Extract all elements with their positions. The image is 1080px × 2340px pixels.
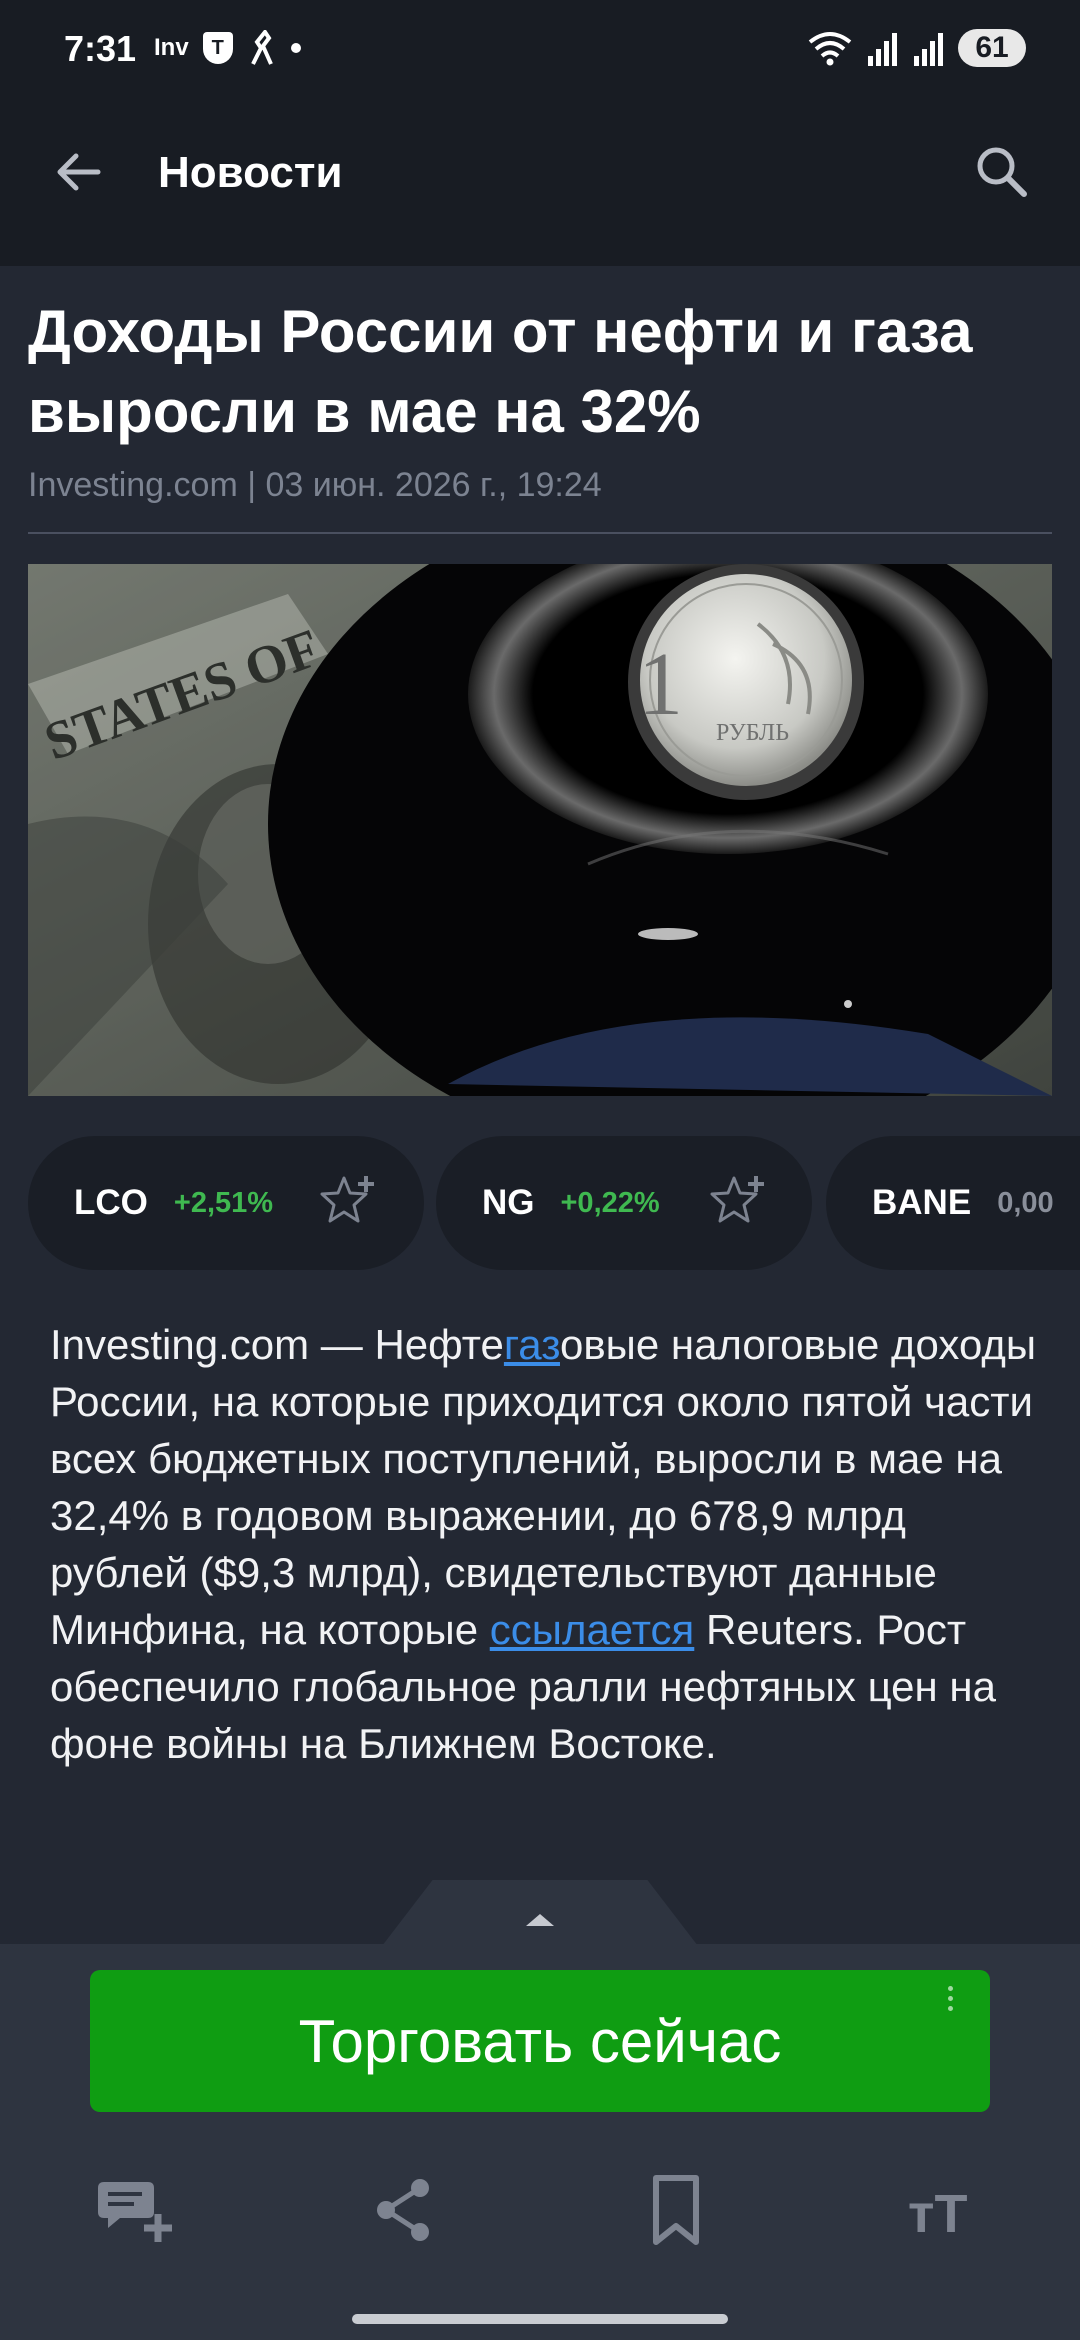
text-size-icon[interactable]: тТ	[904, 2170, 984, 2250]
instrument-symbol: NG	[482, 1183, 535, 1222]
instrument-chip-bane[interactable]: BANE 0,00	[826, 1136, 1080, 1270]
article-source-date: Investing.com | 03 июн. 2026 г., 19:24	[28, 466, 602, 504]
home-indicator[interactable]	[352, 2314, 728, 2324]
ad-options-icon[interactable]	[948, 1986, 954, 2011]
app-bar: Новости	[0, 100, 1080, 266]
page-title: Новости	[158, 148, 343, 197]
article-image: STATES OF 1 РУБЛЬ	[28, 564, 1052, 1096]
expand-panel-handle[interactable]	[382, 1880, 698, 1946]
status-right-icons: 61	[806, 28, 1026, 68]
coin-text: РУБЛЬ	[716, 720, 789, 746]
divider	[28, 532, 1052, 534]
body-text-segment: овые налоговые доходы России, на которые…	[50, 1321, 1037, 1653]
investing-notification-icon: Inv	[154, 34, 189, 61]
instrument-chips: LCO +2,51% NG +0,22% BANE 0,00	[0, 1136, 1080, 1270]
add-comment-icon[interactable]	[96, 2170, 176, 2250]
body-text-segment: Investing.com — Нефте	[50, 1321, 504, 1368]
share-icon[interactable]	[364, 2170, 444, 2250]
status-bar: 7:31 Inv T 61	[0, 0, 1080, 100]
instrument-chip-lco[interactable]: LCO +2,51%	[28, 1136, 424, 1270]
instrument-symbol: BANE	[872, 1183, 972, 1222]
text-size-glyph: тТ	[908, 2184, 967, 2244]
vpn-shield-icon: T	[202, 32, 233, 64]
article-title: Доходы России от нефти и газа выросли в …	[28, 298, 973, 445]
instrument-symbol: LCO	[74, 1183, 148, 1222]
battery-indicator: 61	[958, 29, 1026, 67]
instrument-change: +2,51%	[173, 1186, 274, 1219]
add-watchlist-star-icon[interactable]	[318, 1172, 378, 1232]
instrument-chip-ng[interactable]: NG +0,22%	[436, 1136, 812, 1270]
navigation-icon	[250, 30, 273, 65]
arrow-back-icon[interactable]	[50, 142, 110, 202]
wifi-icon	[808, 32, 852, 66]
coin-numeral: 1	[638, 635, 683, 734]
chevron-up-icon[interactable]	[526, 1914, 554, 1926]
search-icon[interactable]	[970, 140, 1034, 204]
body-link-gas[interactable]: газ	[504, 1321, 560, 1368]
add-watchlist-star-icon[interactable]	[708, 1172, 768, 1232]
article-body: Investing.com — Нефтегазовые налоговые д…	[50, 1316, 1050, 1772]
signal-sim2-icon	[914, 33, 943, 66]
more-notifications-dot	[290, 43, 301, 53]
trade-now-label: Торговать сейчас	[298, 2007, 782, 2075]
status-time: 7:31	[64, 28, 137, 69]
bookmark-icon[interactable]	[636, 2170, 716, 2250]
instrument-change: +0,22%	[560, 1186, 660, 1219]
status-left-icons: Inv T	[154, 30, 301, 66]
instrument-change: 0,00	[997, 1186, 1054, 1219]
trade-now-button[interactable]: Торговать сейчас	[90, 1970, 990, 2112]
signal-sim1-icon	[868, 33, 897, 66]
body-link-source[interactable]: ссылается	[490, 1606, 695, 1653]
